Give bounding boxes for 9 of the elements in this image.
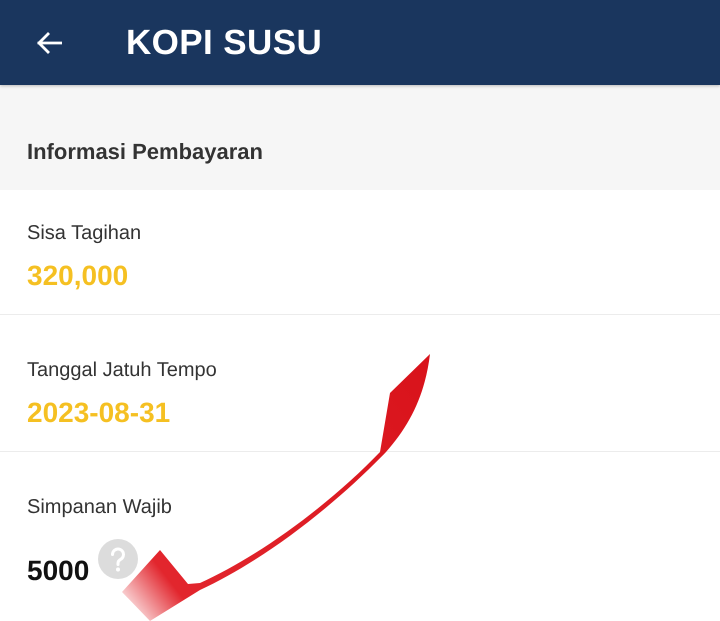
screen-title: KOPI SUSU xyxy=(126,22,322,62)
field-value: 320,000 xyxy=(27,260,128,292)
field-label: Simpanan Wajib xyxy=(27,495,172,519)
field-label: Sisa Tagihan xyxy=(27,221,142,245)
field-value: 5000 xyxy=(27,555,90,587)
back-arrow-icon xyxy=(36,32,62,54)
field-label: Tanggal Jatuh Tempo xyxy=(27,358,217,382)
section-title: Informasi Pembayaran xyxy=(27,138,263,164)
field-value: 2023-08-31 xyxy=(27,397,170,429)
